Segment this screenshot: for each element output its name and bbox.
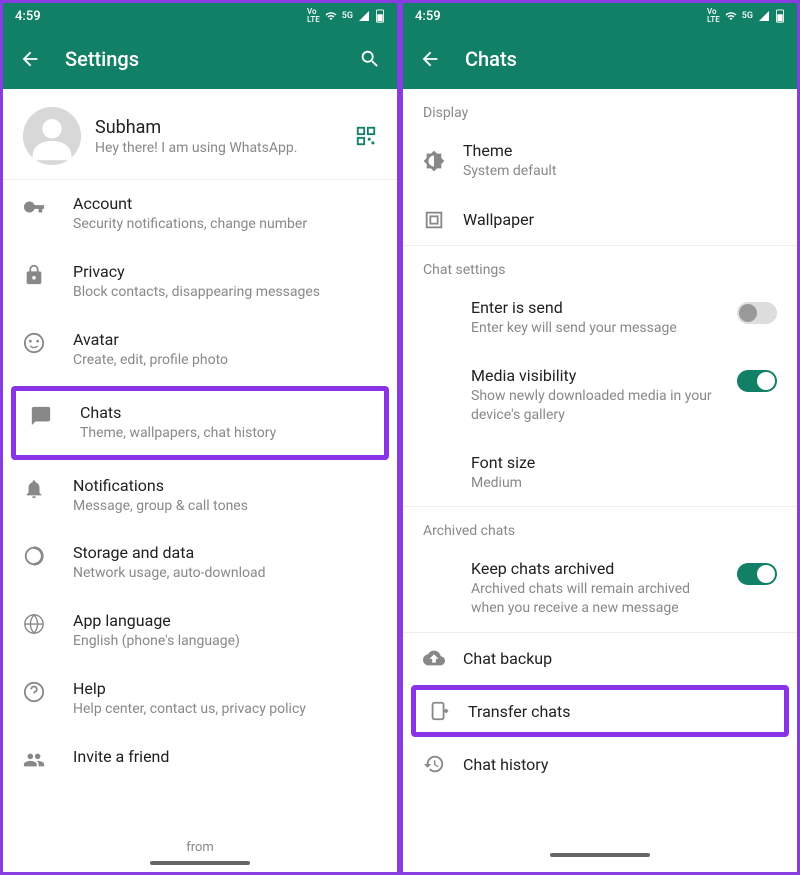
bell-icon (23, 478, 45, 500)
item-wallpaper[interactable]: Wallpaper (403, 195, 797, 245)
nav-handle[interactable] (550, 853, 650, 857)
profile-name: Subham (95, 117, 341, 138)
qr-icon[interactable] (355, 125, 377, 147)
section-display: Display (403, 89, 797, 127)
section-archived: Archived chats (403, 507, 797, 545)
transfer-icon (428, 700, 450, 722)
settings-header: Settings (3, 29, 397, 89)
chat-icon (30, 405, 52, 427)
item-theme[interactable]: ThemeSystem default (403, 127, 797, 195)
cloud-icon (423, 647, 445, 669)
item-language[interactable]: App languageEnglish (phone's language) (3, 597, 397, 665)
footer (403, 832, 797, 872)
item-keep-archived[interactable]: Keep chats archivedArchived chats will r… (403, 545, 797, 632)
chats-header: Chats (403, 29, 797, 89)
nav-handle[interactable] (150, 861, 250, 865)
status-bar: 4:59 VoLTE 5G (3, 3, 397, 29)
status-icons: VoLTE 5G (307, 8, 385, 24)
status-time: 4:59 (15, 9, 41, 24)
avatar (23, 107, 81, 165)
footer: from (3, 832, 397, 872)
profile-row[interactable]: Subham Hey there! I am using WhatsApp. (3, 89, 397, 179)
right-screenshot: 4:59 VoLTE 5G Chats Display ThemeSystem … (403, 3, 797, 872)
item-notifications[interactable]: NotificationsMessage, group & call tones (3, 462, 397, 530)
chats-content[interactable]: Display ThemeSystem default Wallpaper Ch… (403, 89, 797, 872)
item-storage[interactable]: Storage and dataNetwork usage, auto-down… (3, 529, 397, 597)
item-account[interactable]: AccountSecurity notifications, change nu… (3, 180, 397, 248)
item-privacy[interactable]: PrivacyBlock contacts, disappearing mess… (3, 248, 397, 316)
back-icon[interactable] (19, 48, 41, 70)
item-enter-send[interactable]: Enter is sendEnter key will send your me… (403, 284, 797, 352)
header-title: Chats (465, 47, 781, 71)
toggle-enter-send[interactable] (737, 302, 777, 324)
settings-content[interactable]: Subham Hey there! I am using WhatsApp. A… (3, 89, 397, 872)
item-avatar[interactable]: AvatarCreate, edit, profile photo (3, 316, 397, 384)
key-icon (23, 196, 45, 218)
status-icons: VoLTE 5G (707, 8, 785, 24)
status-time: 4:59 (415, 9, 441, 24)
search-icon[interactable] (359, 48, 381, 70)
wallpaper-icon (423, 209, 445, 231)
header-title: Settings (65, 47, 335, 71)
toggle-keep-archived[interactable] (737, 563, 777, 585)
profile-info: Subham Hey there! I am using WhatsApp. (95, 117, 341, 156)
people-icon (23, 749, 45, 771)
back-icon[interactable] (419, 48, 441, 70)
item-invite[interactable]: Invite a friend (3, 733, 397, 785)
status-bar: 4:59 VoLTE 5G (403, 3, 797, 29)
left-screenshot: 4:59 VoLTE 5G Settings Subham Hey there!… (3, 3, 397, 872)
history-icon (423, 753, 445, 775)
theme-icon (423, 150, 445, 172)
item-font-size[interactable]: Font sizeMedium (403, 439, 797, 507)
data-icon (23, 545, 45, 567)
face-icon (23, 332, 45, 354)
item-help[interactable]: HelpHelp center, contact us, privacy pol… (3, 665, 397, 733)
globe-icon (23, 613, 45, 635)
item-chats[interactable]: ChatsTheme, wallpapers, chat history (11, 386, 389, 460)
item-chat-history[interactable]: Chat history (403, 739, 797, 789)
item-media-visibility[interactable]: Media visibilityShow newly downloaded me… (403, 352, 797, 439)
item-chat-backup[interactable]: Chat backup (403, 633, 797, 683)
profile-status: Hey there! I am using WhatsApp. (95, 140, 341, 156)
section-chat-settings: Chat settings (403, 246, 797, 284)
toggle-media-visibility[interactable] (737, 370, 777, 392)
item-transfer-chats[interactable]: Transfer chats (411, 685, 789, 737)
help-icon (23, 681, 45, 703)
lock-icon (23, 264, 45, 286)
